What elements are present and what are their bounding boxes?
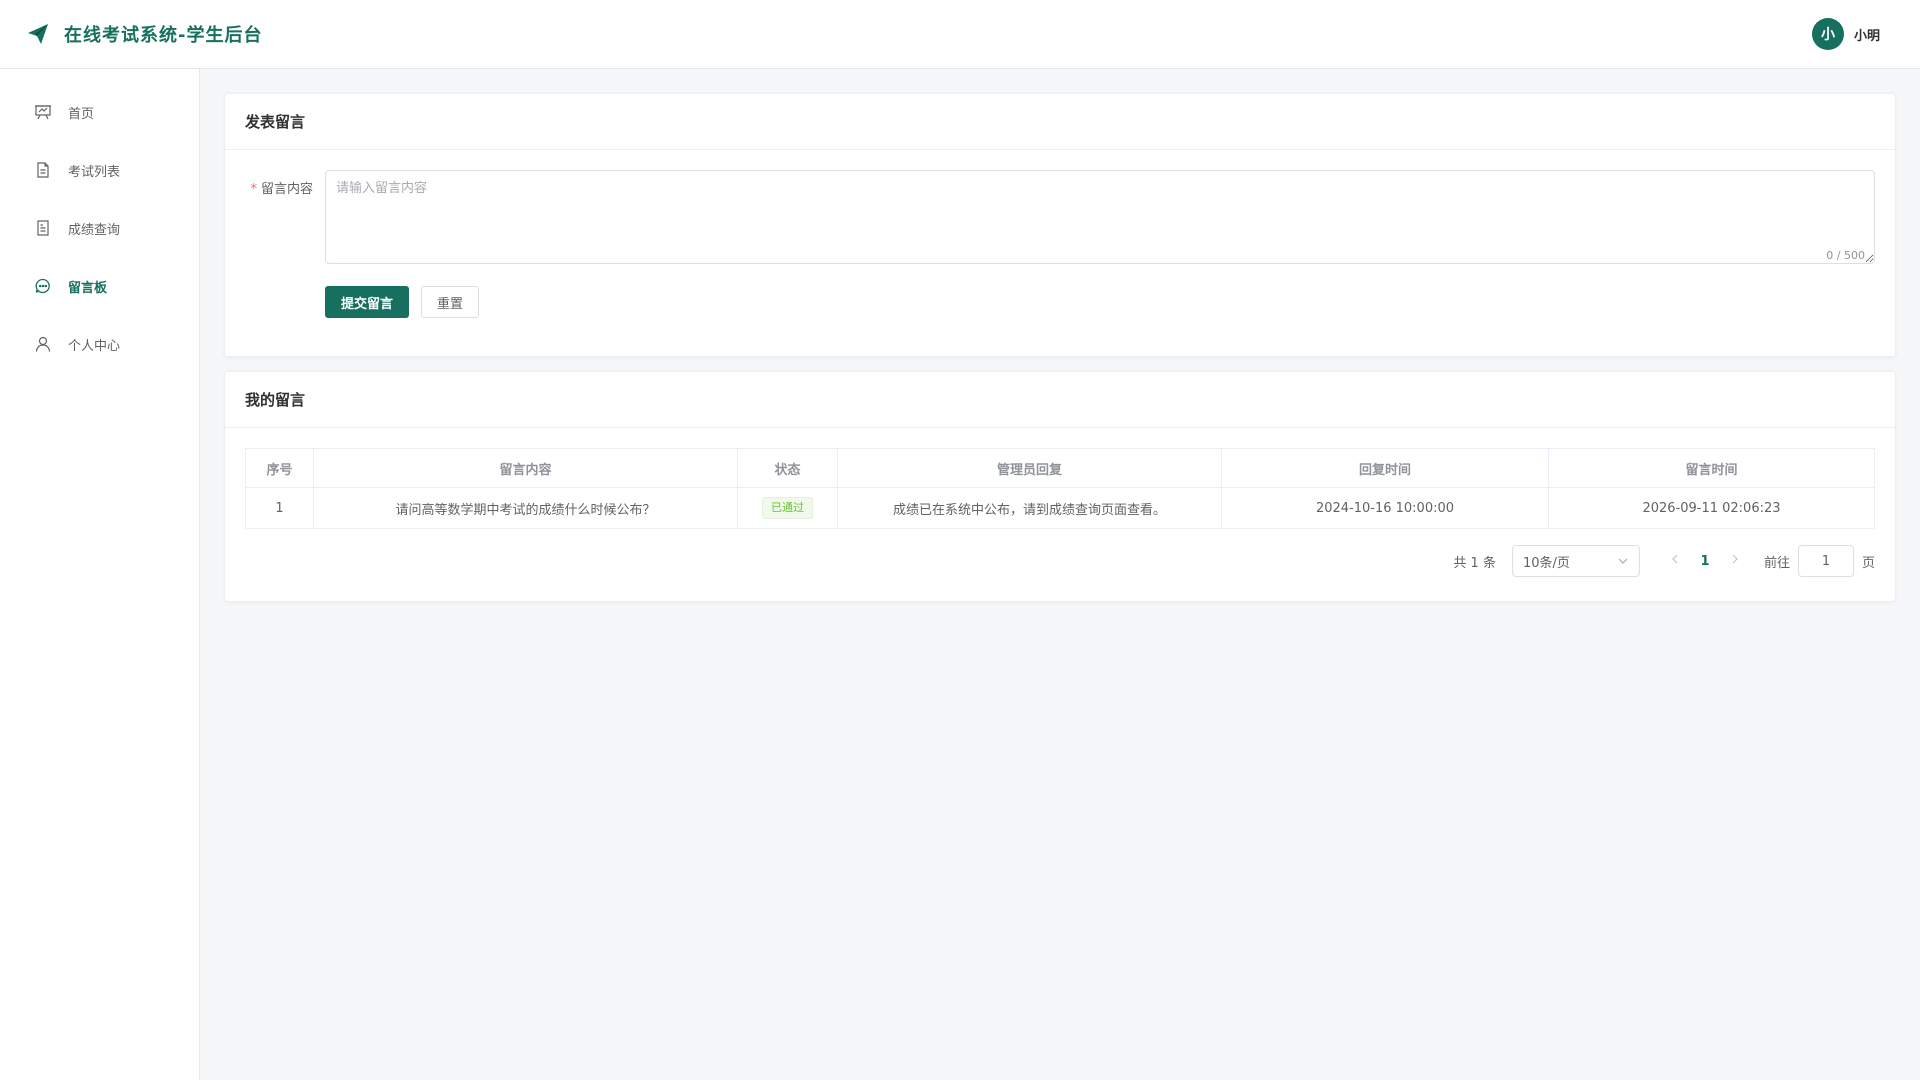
user-icon	[34, 335, 52, 353]
pagination-total: 共 1 条	[1453, 555, 1496, 571]
next-page-button[interactable]	[1720, 553, 1750, 569]
logo: 在线考试系统-学生后台	[26, 21, 262, 47]
sidebar-item-label: 成绩查询	[68, 222, 121, 238]
char-counter: 0 / 500	[1826, 249, 1865, 262]
goto-page-input[interactable]	[1797, 545, 1854, 577]
table-header-row: 序号 留言内容 状态 管理员回复 回复时间 留言时间	[245, 448, 1875, 488]
post-message-card: 发表留言 *留言内容 0 / 500 提交留言 重置	[224, 93, 1896, 357]
prev-page-button[interactable]	[1660, 553, 1690, 569]
paper-plane-icon	[28, 24, 48, 44]
presentation-icon	[34, 103, 52, 121]
chat-icon	[34, 277, 52, 295]
sidebar-item-home[interactable]: 首页	[0, 83, 199, 141]
cell-reply: 成绩已在系统中公布，请到成绩查询页面查看。	[837, 487, 1222, 529]
cell-content: 请问高等数学期中考试的成绩什么时候公布？	[313, 487, 738, 529]
message-content-label: * 留言内容	[250, 182, 313, 197]
column-header: 序号	[245, 448, 314, 488]
pagination: 共 1 条 10条/页 1 前往 页	[245, 545, 1875, 577]
sidebar-item-label: 考试列表	[68, 164, 121, 180]
chevron-down-icon	[1618, 558, 1628, 564]
cell-index: 1	[245, 487, 314, 529]
card-title: 发表留言	[225, 94, 1895, 150]
username[interactable]: 小明	[1854, 25, 1880, 44]
sidebar-item-exam-list[interactable]: 考试列表	[0, 141, 199, 199]
column-header: 回复时间	[1221, 448, 1549, 488]
reset-button[interactable]: 重置	[421, 286, 480, 318]
user-menu[interactable]: 小 小明	[1811, 18, 1880, 50]
messages-table: 序号 留言内容 状态 管理员回复 回复时间 留言时间 1 请问高等数学期中考试的…	[245, 448, 1875, 529]
goto-suffix: 页	[1861, 555, 1875, 571]
sidebar-item-message-board[interactable]: 留言板	[0, 257, 199, 315]
column-header: 留言时间	[1548, 448, 1875, 488]
page-number[interactable]: 1	[1690, 554, 1720, 569]
card-title: 我的留言	[225, 372, 1895, 428]
chevron-left-icon	[1672, 554, 1678, 564]
main-content: 发表留言 *留言内容 0 / 500 提交留言 重置 我的留言 序号	[224, 93, 1896, 616]
chevron-right-icon	[1732, 554, 1738, 564]
status-badge: 已通过	[762, 497, 813, 519]
sidebar: 首页 考试列表 成绩查询 留言板 个人中心	[0, 69, 200, 1080]
required-mark: *	[250, 182, 257, 197]
app-title: 在线考试系统-学生后台	[64, 25, 263, 46]
cell-post-time: 2026-09-11 02:06:23	[1548, 487, 1875, 529]
column-header: 管理员回复	[837, 448, 1222, 488]
sidebar-item-label: 首页	[68, 106, 95, 122]
page-size-select[interactable]: 10条/页	[1511, 545, 1640, 577]
avatar[interactable]: 小	[1811, 18, 1844, 50]
table-row: 1 请问高等数学期中考试的成绩什么时候公布？ 已通过 成绩已在系统中公布，请到成…	[245, 487, 1875, 529]
tickets-icon	[34, 219, 52, 237]
message-form-row: *留言内容 0 / 500	[245, 170, 1875, 268]
goto-label: 前往	[1763, 555, 1790, 571]
top-header: 在线考试系统-学生后台 小 小明	[0, 0, 1920, 69]
cell-reply-time: 2024-10-16 10:00:00	[1221, 487, 1549, 529]
page-size-value: 10条/页	[1522, 555, 1570, 571]
sidebar-item-score-query[interactable]: 成绩查询	[0, 199, 199, 257]
submit-message-button[interactable]: 提交留言	[325, 286, 410, 318]
sidebar-item-profile[interactable]: 个人中心	[0, 315, 199, 373]
message-content-input[interactable]	[325, 170, 1875, 264]
sidebar-item-label: 个人中心	[68, 338, 121, 354]
document-icon	[34, 161, 52, 179]
sidebar-item-label: 留言板	[68, 280, 108, 296]
my-messages-card: 我的留言 序号 留言内容 状态 管理员回复 回复时间 留言时间 1 请问高等数学…	[224, 371, 1896, 602]
column-header: 留言内容	[313, 448, 738, 488]
column-header: 状态	[737, 448, 838, 488]
